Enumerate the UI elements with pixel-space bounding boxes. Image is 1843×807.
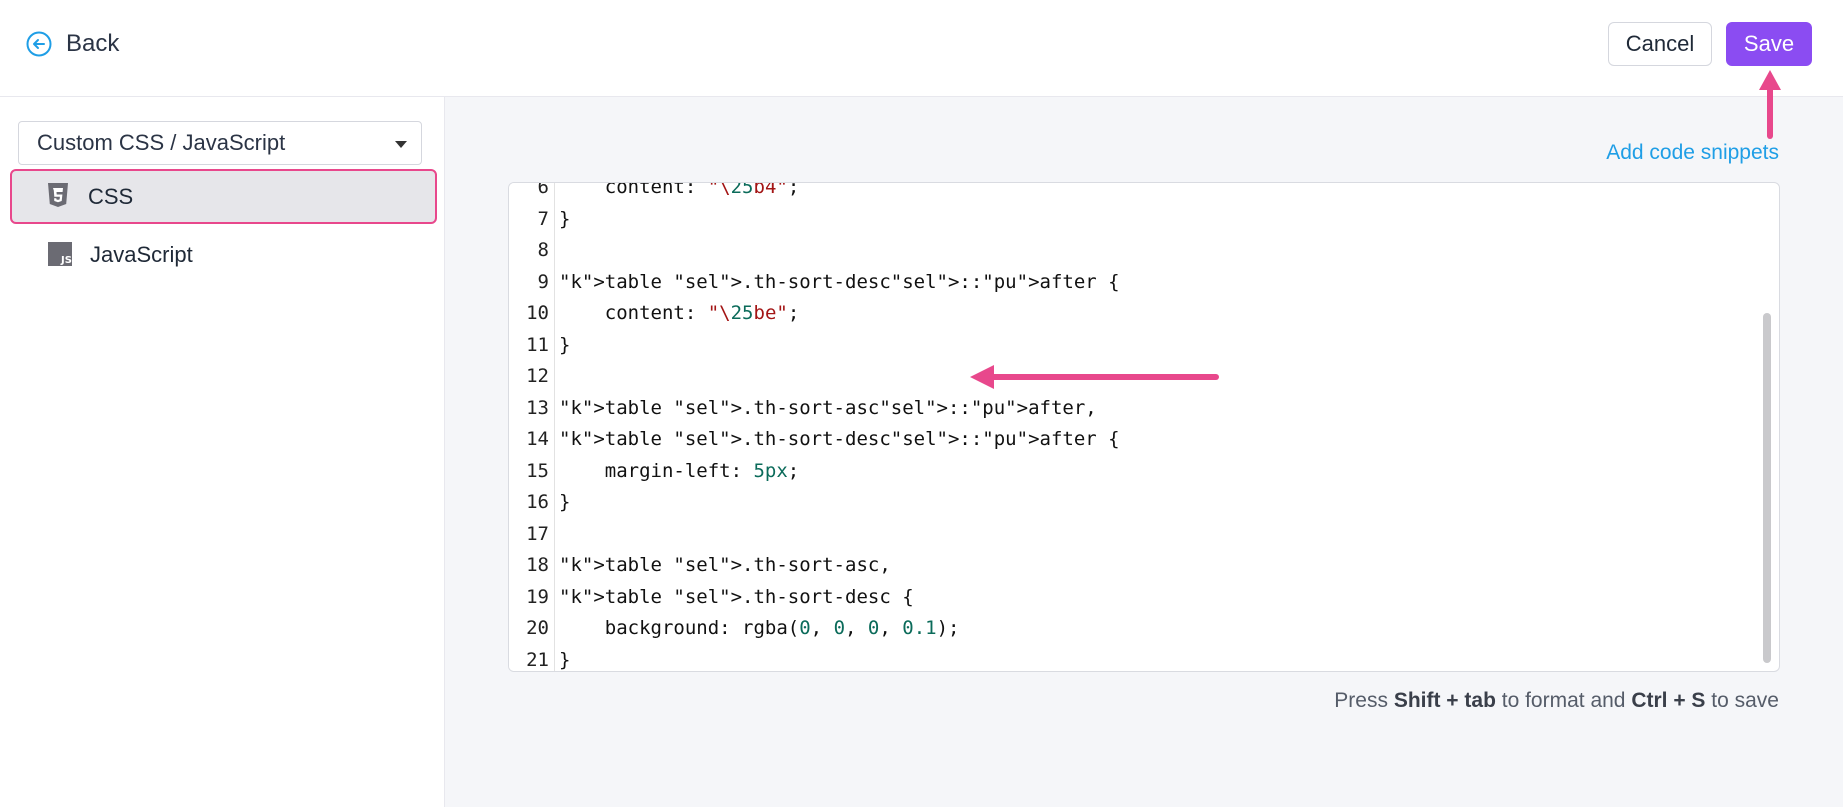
code-line[interactable]: 11} — [509, 330, 1749, 361]
line-number: 17 — [526, 522, 549, 545]
hint-press: Press — [1334, 689, 1388, 712]
line-number: 18 — [526, 554, 549, 576]
add-code-snippets-link[interactable]: Add code snippets — [1606, 141, 1779, 165]
code-line[interactable]: 17 — [509, 519, 1749, 550]
hint-to-format: to format and — [1501, 689, 1626, 712]
cancel-button[interactable]: Cancel — [1608, 22, 1712, 66]
save-button[interactable]: Save — [1726, 22, 1812, 66]
line-number: 21 — [526, 648, 549, 671]
code-text: content: "\25b4"; — [559, 182, 800, 198]
code-lines[interactable]: 6 content: "\25b4"; 7} 8 9 "k">table "sel">.… — [509, 183, 1779, 671]
line-number: 10 — [526, 302, 549, 324]
line-number: 15 — [526, 459, 549, 482]
code-text: } — [559, 207, 571, 230]
code-line[interactable]: 9 "k">table "sel">.th-sort-desc"sel">::"p… — [509, 267, 1749, 298]
code-line[interactable]: 12 — [509, 361, 1749, 392]
js-icon: JS — [48, 242, 72, 266]
sidebar-item-label: JavaScript — [90, 242, 193, 267]
line-number: 7 — [537, 207, 549, 230]
sidebar-item-javascript[interactable]: JS JavaScript — [12, 230, 434, 280]
sidebar-item-css[interactable]: CSS — [10, 169, 437, 224]
keyboard-hint: Press Shift + tab to format and Ctrl + S… — [1334, 689, 1779, 713]
code-text: } — [559, 491, 571, 513]
back-button[interactable]: Back — [26, 30, 119, 58]
line-number: 8 — [537, 239, 549, 261]
line-number: 11 — [526, 333, 549, 356]
code-line[interactable]: 6 content: "\25b4"; — [509, 182, 1749, 203]
code-line[interactable]: 13 "k">table "sel">.th-sort-asc"sel">::"p… — [509, 393, 1749, 424]
editor-scrollbar[interactable] — [1763, 313, 1771, 663]
line-number: 16 — [526, 491, 549, 513]
top-bar: Back Cancel Save — [0, 0, 1843, 97]
code-line[interactable]: 16} — [509, 487, 1749, 518]
code-line[interactable]: 15 margin-left: 5px; — [509, 456, 1749, 487]
code-line[interactable]: 14 "k">table "sel">.th-sort-desc"sel">::"… — [509, 424, 1749, 455]
line-number: 14 — [526, 428, 549, 450]
code-editor[interactable]: 6 content: "\25b4"; 7} 8 9 "k">table "sel">.… — [508, 182, 1780, 672]
code-line[interactable]: 8 — [509, 235, 1749, 266]
code-line[interactable]: 20 background: rgba(0, 0, 0, 0.1); — [509, 613, 1749, 644]
code-text: margin-left: 5px; — [559, 459, 800, 482]
arrow-left-circle-icon — [26, 31, 52, 57]
hint-to-save: to save — [1711, 689, 1779, 712]
code-text: "k">table "sel">.th-sort-desc"sel">::"pu… — [559, 428, 1120, 450]
line-number: 9 — [537, 270, 549, 293]
code-text: } — [559, 333, 571, 356]
code-line[interactable]: 10 content: "\25be"; — [509, 298, 1749, 329]
line-number: 19 — [526, 585, 549, 608]
css3-icon — [48, 183, 68, 207]
code-line[interactable]: 18 "k">table "sel">.th-sort-asc, — [509, 550, 1749, 581]
code-line[interactable]: 21} — [509, 645, 1749, 672]
back-label: Back — [66, 30, 120, 57]
code-text: content: "\25be"; — [559, 302, 800, 324]
code-type-select-value: Custom CSS / JavaScript — [37, 130, 286, 155]
line-number: 12 — [526, 365, 549, 387]
sidebar-item-label: CSS — [88, 183, 134, 209]
code-line[interactable]: 19 "k">table "sel">.th-sort-desc { — [509, 582, 1749, 613]
hint-ctrl-s: Ctrl + S — [1631, 689, 1706, 712]
svg-text:JS: JS — [60, 255, 72, 266]
sidebar: Custom CSS / JavaScript CSS JS JavaScrip… — [0, 97, 445, 807]
code-text: background: rgba(0, 0, 0, 0.1); — [559, 617, 960, 639]
caret-down-icon — [395, 141, 407, 148]
line-number: 6 — [537, 182, 549, 198]
hint-shift-tab: Shift + tab — [1393, 689, 1496, 712]
code-text: "k">table "sel">.th-sort-desc { — [559, 585, 914, 608]
code-text: "k">table "sel">.th-sort-asc, — [559, 554, 891, 576]
line-number: 20 — [526, 617, 549, 639]
code-type-select[interactable]: Custom CSS / JavaScript — [18, 121, 422, 165]
code-text: } — [559, 648, 571, 671]
line-number: 13 — [526, 396, 549, 419]
code-text: "k">table "sel">.th-sort-desc"sel">::"pu… — [559, 270, 1120, 293]
main-content: Add code snippets 6 content: "\25b4"; 7} 8… — [445, 97, 1843, 807]
code-text: "k">table "sel">.th-sort-asc"sel">::"pu"… — [559, 396, 1097, 419]
code-line[interactable]: 7} — [509, 204, 1749, 235]
